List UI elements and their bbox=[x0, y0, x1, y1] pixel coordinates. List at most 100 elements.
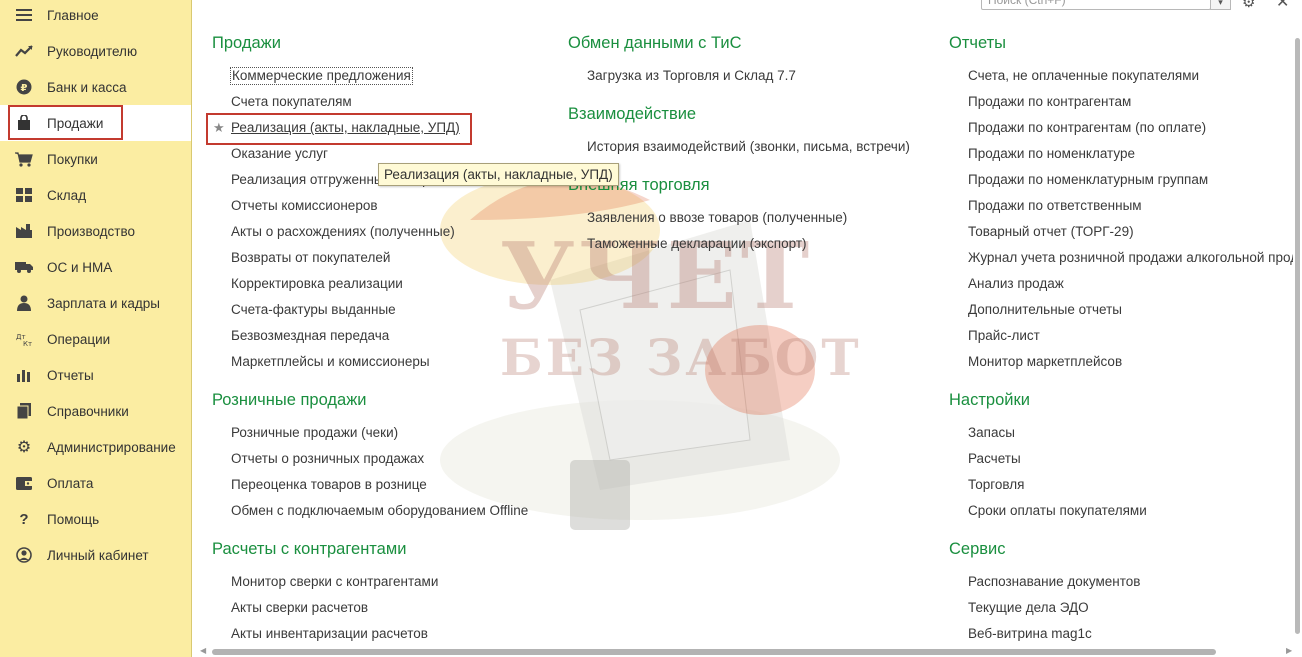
section-title-retail: Розничные продажи bbox=[212, 391, 367, 409]
svg-text:₽: ₽ bbox=[21, 83, 28, 94]
sidebar-item-label: Зарплата и кадры bbox=[47, 295, 160, 311]
books-icon bbox=[13, 403, 35, 419]
vertical-scrollbar[interactable] bbox=[1293, 30, 1302, 642]
link-customer-invoices[interactable]: Счета покупателям bbox=[231, 94, 352, 110]
link-payment-terms[interactable]: Сроки оплаты покупателями bbox=[968, 503, 1147, 519]
link-sales-by-nomenclature[interactable]: Продажи по номенклатуре bbox=[968, 146, 1135, 162]
link-commercial-offers[interactable]: Коммерческие предложения bbox=[230, 67, 413, 85]
section-title-interaction: Взаимодействие bbox=[568, 105, 697, 123]
link-sales-by-counterparty-payment[interactable]: Продажи по контрагентам (по оплате) bbox=[968, 120, 1206, 136]
horizontal-scrollbar[interactable]: ◀ ▶ bbox=[196, 646, 1298, 657]
scroll-left-icon[interactable]: ◀ bbox=[200, 646, 206, 655]
sidebar: Главное Руководителю ₽ Банк и касса Прод… bbox=[0, 0, 192, 657]
link-edo-tasks[interactable]: Текущие дела ЭДО bbox=[968, 600, 1089, 616]
link-sales-correction[interactable]: Корректировка реализации bbox=[231, 276, 403, 292]
link-offline-exchange[interactable]: Обмен с подключаемым оборудованием Offli… bbox=[231, 503, 528, 519]
sidebar-item-admin[interactable]: ⚙ Администрирование bbox=[0, 429, 191, 465]
sidebar-item-assets[interactable]: ОС и НМА bbox=[0, 249, 191, 285]
link-sales-analysis[interactable]: Анализ продаж bbox=[968, 276, 1064, 292]
sidebar-item-operations[interactable]: Дт Кт Операции bbox=[0, 321, 191, 357]
link-customs-declarations[interactable]: Таможенные декларации (экспорт) bbox=[587, 236, 807, 252]
sidebar-item-cabinet[interactable]: Личный кабинет bbox=[0, 537, 191, 573]
sidebar-item-help[interactable]: ? Помощь bbox=[0, 501, 191, 537]
sidebar-item-label: Оплата bbox=[47, 475, 94, 491]
section-title-service: Сервис bbox=[949, 540, 1006, 558]
sidebar-item-directories[interactable]: Справочники bbox=[0, 393, 191, 429]
sidebar-item-warehouse[interactable]: Склад bbox=[0, 177, 191, 213]
link-marketplaces[interactable]: Маркетплейсы и комиссионеры bbox=[231, 354, 430, 370]
link-retail-receipts[interactable]: Розничные продажи (чеки) bbox=[231, 425, 398, 441]
sidebar-item-payment[interactable]: Оплата bbox=[0, 465, 191, 501]
sidebar-item-main[interactable]: Главное bbox=[0, 0, 191, 33]
link-sales-by-counterparty[interactable]: Продажи по контрагентам bbox=[968, 94, 1131, 110]
settings-gear-icon[interactable]: ⚙ bbox=[1242, 0, 1255, 11]
link-reconciliation-acts[interactable]: Акты сверки расчетов bbox=[231, 600, 368, 616]
scroll-thumb[interactable] bbox=[1295, 38, 1300, 634]
close-icon[interactable]: ✕ bbox=[1276, 0, 1289, 12]
watermark-subtitle: БЕЗ ЗАБОТ bbox=[500, 328, 862, 387]
bar-chart-icon bbox=[13, 367, 35, 383]
favorite-star-icon[interactable]: ★ bbox=[213, 120, 225, 136]
sidebar-item-bank[interactable]: ₽ Банк и касса bbox=[0, 69, 191, 105]
link-price-list[interactable]: Прайс-лист bbox=[968, 328, 1040, 344]
link-retail-revaluation[interactable]: Переоценка товаров в рознице bbox=[231, 477, 427, 493]
person-icon bbox=[13, 295, 35, 311]
link-web-showcase[interactable]: Веб-витрина mag1c bbox=[968, 626, 1092, 642]
sidebar-item-label: ОС и НМА bbox=[47, 259, 113, 275]
link-issued-invoices[interactable]: Счета-фактуры выданные bbox=[231, 302, 396, 318]
tooltip: Реализация (акты, накладные, УПД) bbox=[378, 163, 619, 186]
link-sales-by-responsible[interactable]: Продажи по ответственным bbox=[968, 198, 1142, 214]
link-marketplace-monitor[interactable]: Монитор маркетплейсов bbox=[968, 354, 1122, 370]
link-customer-returns[interactable]: Возвраты от покупателей bbox=[231, 250, 390, 266]
link-reconciliation-monitor[interactable]: Монитор сверки с контрагентами bbox=[231, 574, 438, 590]
link-sales-by-groups[interactable]: Продажи по номенклатурным группам bbox=[968, 172, 1208, 188]
sidebar-item-reports[interactable]: Отчеты bbox=[0, 357, 191, 393]
sidebar-item-manager[interactable]: Руководителю bbox=[0, 33, 191, 69]
link-sales-acts[interactable]: Реализация (акты, накладные, УПД) bbox=[231, 120, 460, 136]
link-commissioner-reports[interactable]: Отчеты комиссионеров bbox=[231, 198, 378, 214]
search-dropdown-button[interactable]: ▾ bbox=[1210, 0, 1231, 10]
sidebar-item-production[interactable]: Производство bbox=[0, 213, 191, 249]
link-discrepancy-acts[interactable]: Акты о расхождениях (полученные) bbox=[231, 224, 455, 240]
link-retail-reports[interactable]: Отчеты о розничных продажах bbox=[231, 451, 424, 467]
sidebar-item-purchases[interactable]: Покупки bbox=[0, 141, 191, 177]
sidebar-item-salary[interactable]: Зарплата и кадры bbox=[0, 285, 191, 321]
scroll-thumb[interactable] bbox=[212, 649, 1216, 655]
link-unpaid-invoices[interactable]: Счета, не оплаченные покупателями bbox=[968, 68, 1199, 84]
link-torg29[interactable]: Товарный отчет (ТОРГ-29) bbox=[968, 224, 1134, 240]
sidebar-item-label: Банк и касса bbox=[47, 79, 127, 95]
sidebar-item-label: Операции bbox=[47, 331, 111, 347]
sidebar-item-label: Главное bbox=[47, 7, 99, 23]
link-settings-settlements[interactable]: Расчеты bbox=[968, 451, 1021, 467]
scroll-right-icon[interactable]: ▶ bbox=[1286, 646, 1292, 655]
link-load-from-ts77[interactable]: Загрузка из Торговля и Склад 7.7 bbox=[587, 68, 796, 84]
link-settings-stock[interactable]: Запасы bbox=[968, 425, 1015, 441]
link-interaction-history[interactable]: История взаимодействий (звонки, письма, … bbox=[587, 139, 910, 155]
link-settings-trade[interactable]: Торговля bbox=[968, 477, 1024, 493]
link-free-transfer[interactable]: Безвозмездная передача bbox=[231, 328, 389, 344]
section-title-sales: Продажи bbox=[212, 34, 281, 52]
sidebar-item-sales[interactable]: Продажи bbox=[0, 105, 191, 141]
link-alcohol-journal[interactable]: Журнал учета розничной продажи алкогольн… bbox=[968, 250, 1293, 266]
section-title-exchange: Обмен данными с ТиС bbox=[568, 34, 742, 52]
truck-icon bbox=[13, 259, 35, 275]
gear-icon: ⚙ bbox=[16, 439, 32, 456]
svg-text:Кт: Кт bbox=[23, 340, 32, 346]
sidebar-item-label: Администрирование bbox=[47, 439, 176, 455]
shopping-bag-icon bbox=[13, 115, 35, 131]
link-import-applications[interactable]: Заявления о ввозе товаров (полученные) bbox=[587, 210, 847, 226]
sidebar-item-label: Помощь bbox=[47, 511, 100, 527]
ruble-coin-icon: ₽ bbox=[13, 79, 35, 95]
link-services[interactable]: Оказание услуг bbox=[231, 146, 328, 162]
factory-icon bbox=[13, 223, 35, 239]
section-title-settlements: Расчеты с контрагентами bbox=[212, 540, 407, 558]
search-input[interactable]: Поиск (Ctrl+F) bbox=[981, 0, 1211, 10]
link-additional-reports[interactable]: Дополнительные отчеты bbox=[968, 302, 1122, 318]
link-inventory-acts[interactable]: Акты инвентаризации расчетов bbox=[231, 626, 428, 642]
shopping-cart-icon bbox=[13, 151, 35, 167]
section-title-settings: Настройки bbox=[949, 391, 1030, 409]
sidebar-item-label: Склад bbox=[47, 187, 87, 203]
link-document-recognition[interactable]: Распознавание документов bbox=[968, 574, 1140, 590]
sidebar-item-label: Личный кабинет bbox=[47, 547, 149, 563]
menu-lines-icon bbox=[13, 7, 35, 23]
